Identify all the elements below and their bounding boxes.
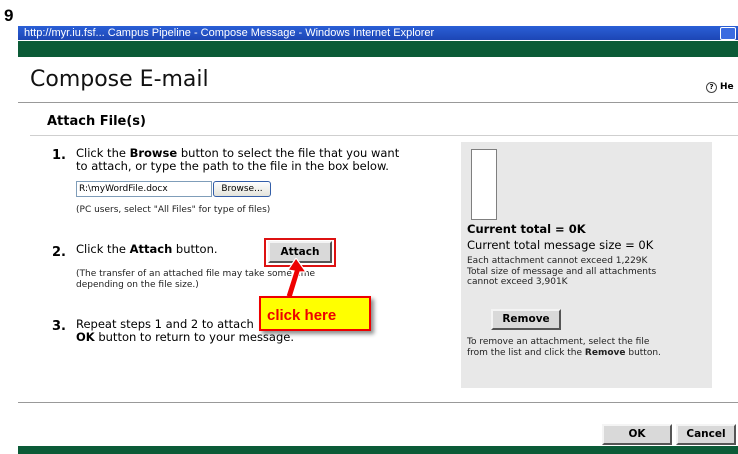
step2-attach-word: Attach bbox=[129, 242, 173, 256]
divider bbox=[18, 102, 738, 103]
window-control-icon[interactable] bbox=[720, 27, 736, 40]
remove-help: To remove an attachment, select the file… bbox=[467, 337, 711, 358]
step1-text: Click the Browse button to select the fi… bbox=[76, 147, 399, 173]
step1-text-line2: to attach, or type the path to the file … bbox=[76, 159, 389, 173]
step2-text: Click the Attach button. bbox=[76, 243, 218, 256]
current-message-size: Current total message size = 0K bbox=[467, 238, 654, 252]
help-icon: ? bbox=[706, 82, 717, 93]
step3-text-a: Repeat steps 1 and 2 to attach bbox=[76, 317, 254, 331]
cancel-button[interactable]: Cancel bbox=[676, 424, 736, 445]
help-label[interactable]: He bbox=[720, 82, 734, 92]
ok-button[interactable]: OK bbox=[602, 424, 672, 445]
step1-text-a: Click the bbox=[76, 146, 130, 160]
step3-text-line2: button to return to your message. bbox=[94, 330, 295, 344]
step2-note-line2: depending on the file size.) bbox=[76, 279, 199, 290]
step2-number: 2. bbox=[52, 245, 66, 260]
browser-titlebar: http://myr.iu.fsf... Campus Pipeline - C… bbox=[18, 26, 738, 40]
click-here-callout: click here bbox=[259, 296, 371, 331]
current-total: Current total = 0K bbox=[467, 222, 586, 236]
footer-divider bbox=[18, 402, 738, 403]
remove-help-line1: To remove an attachment, select the file bbox=[467, 337, 650, 347]
step3-ok-word: OK bbox=[76, 330, 95, 344]
limit-line1: Each attachment cannot exceed 1,229K bbox=[467, 256, 648, 266]
browse-button[interactable]: Browse... bbox=[213, 181, 271, 197]
remove-help-end: button. bbox=[625, 347, 661, 358]
callout-arrow-icon bbox=[285, 258, 308, 299]
step2-text-b: button. bbox=[172, 242, 218, 256]
step1-number: 1. bbox=[52, 148, 66, 163]
step2-text-a: Click the bbox=[76, 242, 130, 256]
window-title: http://myr.iu.fsf... Campus Pipeline - C… bbox=[24, 27, 435, 39]
file-path-input[interactable]: R:\myWordFile.docx bbox=[76, 181, 212, 197]
header-bar bbox=[18, 41, 738, 57]
remove-help-bold: Remove bbox=[584, 347, 626, 358]
remove-button[interactable]: Remove bbox=[491, 309, 561, 330]
attachments-listbox[interactable] bbox=[471, 149, 497, 220]
step-number: 9 bbox=[4, 6, 14, 25]
footer-bar bbox=[18, 446, 738, 454]
section-title: Attach File(s) bbox=[47, 114, 146, 129]
limit-line3: cannot exceed 3,901K bbox=[467, 277, 568, 287]
size-limits: Each attachment cannot exceed 1,229K Tot… bbox=[467, 256, 707, 288]
remove-help-line2: from the list and click the bbox=[467, 347, 585, 358]
help-link[interactable]: ? He bbox=[706, 82, 734, 93]
limit-line2: Total size of message and all attachment… bbox=[467, 266, 657, 277]
page-title: Compose E-mail bbox=[30, 67, 209, 92]
step1-text-b: button to select the file that you want bbox=[177, 146, 400, 160]
step3-number: 3. bbox=[52, 319, 66, 334]
step1-note: (PC users, select "All Files" for type o… bbox=[76, 205, 271, 215]
step1-browse-word: Browse bbox=[129, 146, 178, 160]
